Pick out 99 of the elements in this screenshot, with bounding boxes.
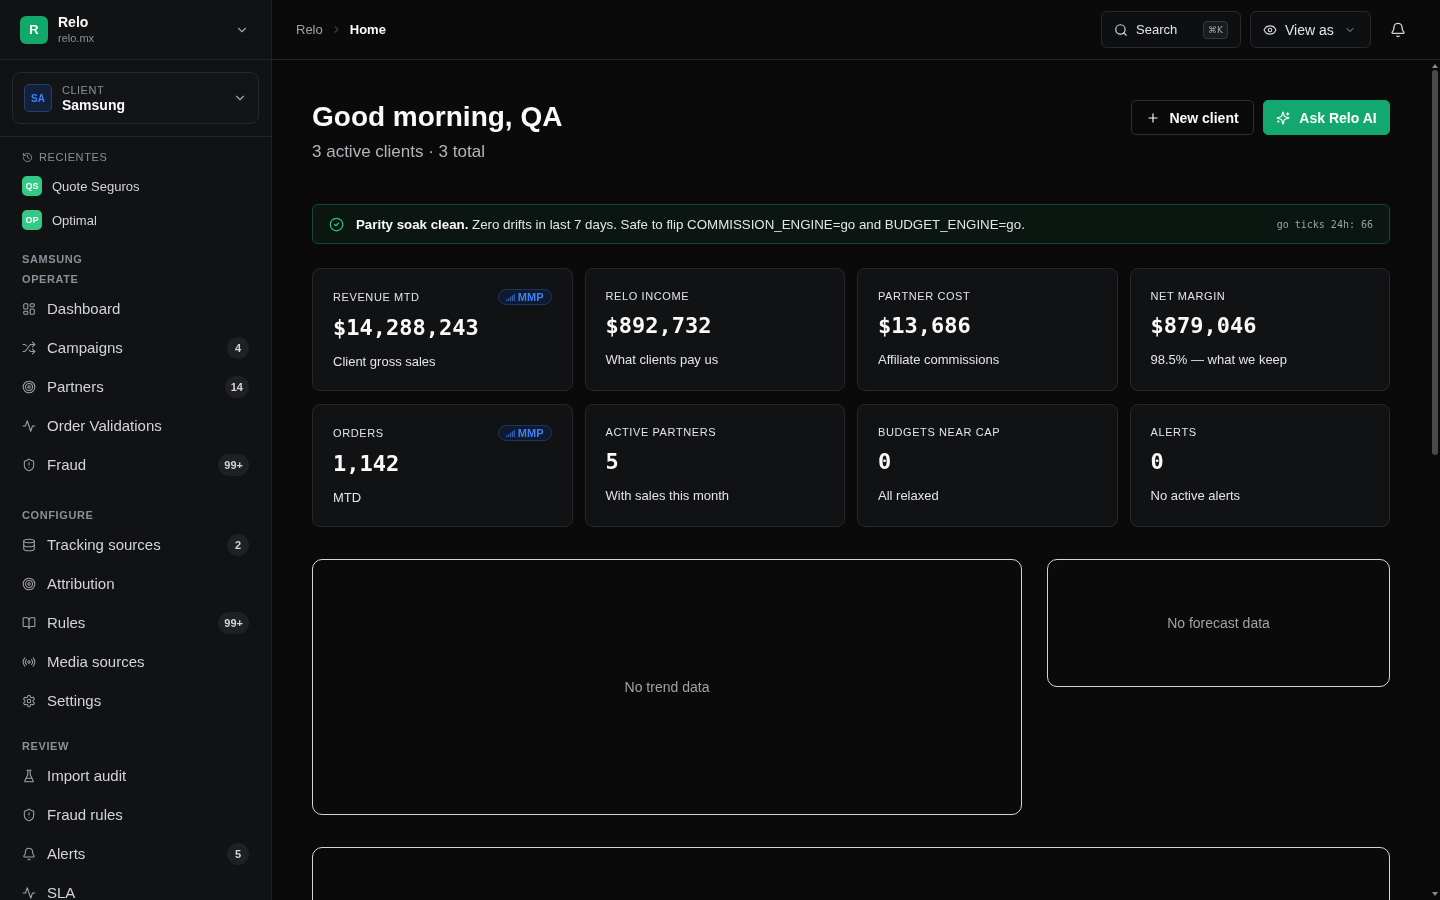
page-title: Good morning, QA	[312, 100, 563, 134]
nav-link[interactable]: SLA	[10, 873, 261, 900]
scrollbar-thumb[interactable]	[1432, 70, 1438, 455]
search-icon	[1114, 22, 1128, 37]
section-heading: RECIENTES	[39, 150, 108, 165]
nav-link[interactable]: Alerts 5	[10, 834, 261, 873]
section-heading: SAMSUNG	[22, 252, 83, 267]
client-initials: OP	[22, 210, 42, 230]
empty-state-text: No trend data	[624, 679, 710, 695]
metric-note: MTD	[333, 489, 362, 507]
breadcrumb-link[interactable]: Relo	[296, 22, 323, 37]
nav-link[interactable]: Media sources	[10, 642, 261, 681]
shield-icon	[22, 457, 36, 472]
plus-icon	[1146, 110, 1161, 125]
metric-label: ALERTS	[1150, 425, 1197, 439]
broadcast-icon	[22, 654, 36, 669]
section-heading: REVIEW	[22, 739, 69, 754]
target-icon	[22, 379, 36, 394]
source-tag: MMP	[497, 289, 552, 305]
metric-label: PARTNER COST	[878, 289, 971, 303]
metric-note: Affiliate commissions	[878, 351, 1000, 369]
flask-icon	[22, 768, 36, 783]
section-heading: OPERATE	[22, 272, 79, 287]
shuffle-icon	[22, 340, 36, 355]
metric-note: Client gross sales	[333, 353, 436, 371]
page-subtitle: 3 active clients · 3 total	[312, 142, 485, 162]
grid-icon	[22, 301, 36, 316]
nav-link[interactable]: Fraud rules	[10, 795, 261, 834]
nav-link[interactable]: Settings	[10, 681, 261, 720]
check-circle-icon	[329, 216, 344, 232]
nav-link[interactable]: Tracking sources 2	[10, 525, 261, 564]
field-label: CLIENT	[62, 82, 105, 97]
workspace-domain: relo.mx	[58, 31, 95, 45]
nav-link[interactable]: Partners 14	[10, 367, 261, 406]
metric-label: REVENUE MTD	[333, 290, 420, 304]
search-button[interactable]: Search ⌘K	[1101, 11, 1241, 48]
metric-note: 98.5% — what we keep	[1150, 351, 1288, 369]
nav-link[interactable]: Campaigns 4	[10, 328, 261, 367]
workspace-logo: R	[20, 15, 48, 44]
client-initials: QS	[22, 176, 42, 196]
empty-state-text: No forecast data	[1167, 615, 1270, 631]
banner-message: Parity soak clean. Zero drifts in last 7 days. Safe to flip COMMISSION_ENGINE=go and BUDGET_ENGINE=go.	[356, 216, 1026, 232]
metric-note: All relaxed	[878, 487, 939, 505]
shield-icon	[22, 807, 36, 822]
recent-client-link[interactable]: OP Optimal	[10, 203, 261, 237]
bell-icon[interactable]	[1390, 21, 1406, 38]
banner-meta: go ticks 24h: 66	[1276, 218, 1373, 230]
metric-value: $13,686	[878, 312, 971, 340]
metric-value: 0	[1150, 448, 1164, 476]
metric-note: What clients pay us	[605, 351, 719, 369]
scroll-down-icon[interactable]	[1432, 892, 1438, 896]
metric-label: ORDERS	[333, 426, 384, 440]
metric-value: $879,046	[1150, 312, 1257, 340]
pulse-icon	[22, 418, 36, 433]
shortcut-key: ⌘K	[1203, 20, 1228, 39]
nav-link[interactable]: Import audit	[10, 756, 261, 795]
metric-value: $14,288,243	[333, 314, 479, 342]
sparkles-icon	[1276, 110, 1291, 125]
workspace-name: Relo	[58, 14, 89, 31]
client-selector[interactable]: SA CLIENT Samsung	[12, 72, 259, 124]
settings-icon	[22, 693, 36, 708]
metric-label: NET MARGIN	[1150, 289, 1226, 303]
count-badge: 99+	[218, 611, 249, 634]
metric-label: RELO INCOME	[605, 289, 690, 303]
section-heading: CONFIGURE	[22, 508, 94, 523]
client-name: Samsung	[62, 96, 125, 114]
nav-link[interactable]: Rules 99+	[10, 603, 261, 642]
pulse-icon	[22, 885, 36, 900]
metric-value: 1,142	[333, 450, 400, 478]
count-badge: 99+	[218, 453, 249, 476]
book-icon	[22, 615, 36, 630]
nav-link[interactable]: Order Validations	[10, 406, 261, 445]
nav-link[interactable]: Dashboard	[10, 289, 261, 328]
count-badge: 14	[224, 375, 249, 398]
recent-client-link[interactable]: QS Quote Seguros	[10, 169, 261, 203]
signal-bars-icon	[505, 293, 515, 301]
nav-link[interactable]: Attribution	[10, 564, 261, 603]
metric-note: No active alerts	[1150, 487, 1241, 505]
metric-value: $892,732	[605, 312, 712, 340]
nav-link[interactable]: Fraud 99+	[10, 445, 261, 484]
view-as-button[interactable]: View as	[1250, 11, 1371, 48]
count-badge: 4	[227, 336, 249, 359]
metric-label: BUDGETS NEAR CAP	[878, 425, 1001, 439]
source-tag: MMP	[497, 425, 552, 441]
metric-value: 0	[878, 448, 892, 476]
new-client-button[interactable]: New client	[1131, 100, 1254, 135]
history-icon	[22, 151, 33, 163]
count-badge: 5	[227, 842, 249, 865]
client-initials: SA	[24, 84, 52, 112]
bell-icon	[22, 846, 36, 861]
metric-value: 5	[605, 448, 619, 476]
signal-bars-icon	[505, 429, 515, 437]
target-icon	[22, 576, 36, 591]
eye-icon	[1263, 22, 1277, 37]
count-badge: 2	[227, 533, 249, 556]
breadcrumb-current: Home	[349, 22, 386, 37]
metric-note: With sales this month	[605, 487, 730, 505]
database-icon	[22, 537, 36, 552]
metric-label: ACTIVE PARTNERS	[605, 425, 717, 439]
